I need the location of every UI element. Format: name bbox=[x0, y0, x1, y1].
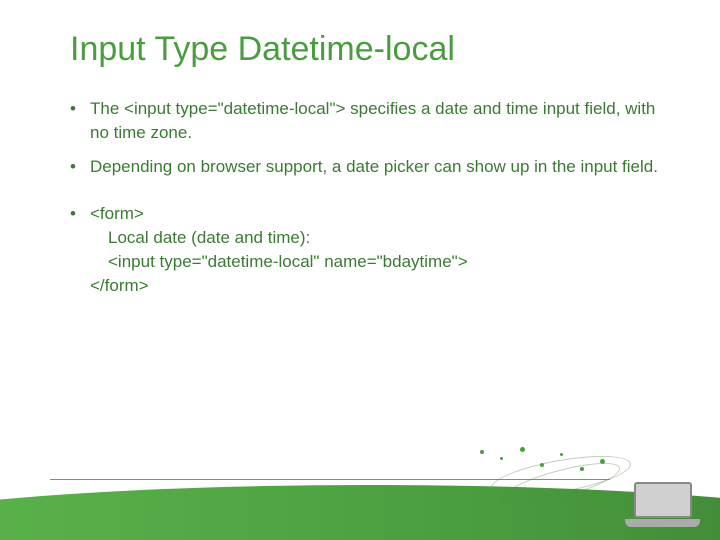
footer-decoration bbox=[0, 440, 720, 540]
slide-title: Input Type Datetime-local bbox=[70, 30, 670, 69]
code-line: </form> bbox=[90, 274, 670, 298]
bullet-item: Depending on browser support, a date pic… bbox=[70, 155, 670, 179]
bullet-item-code: <form> Local date (date and time): <inpu… bbox=[70, 202, 670, 297]
bullet-item: The <input type="datetime-local"> specif… bbox=[70, 97, 670, 145]
bullet-list: The <input type="datetime-local"> specif… bbox=[70, 97, 670, 298]
dots-graphic bbox=[470, 445, 620, 485]
code-line: Local date (date and time): bbox=[90, 226, 670, 250]
code-line: <form> bbox=[90, 202, 670, 226]
laptop-icon bbox=[625, 482, 700, 532]
code-line: <input type="datetime-local" name="bdayt… bbox=[90, 250, 670, 274]
